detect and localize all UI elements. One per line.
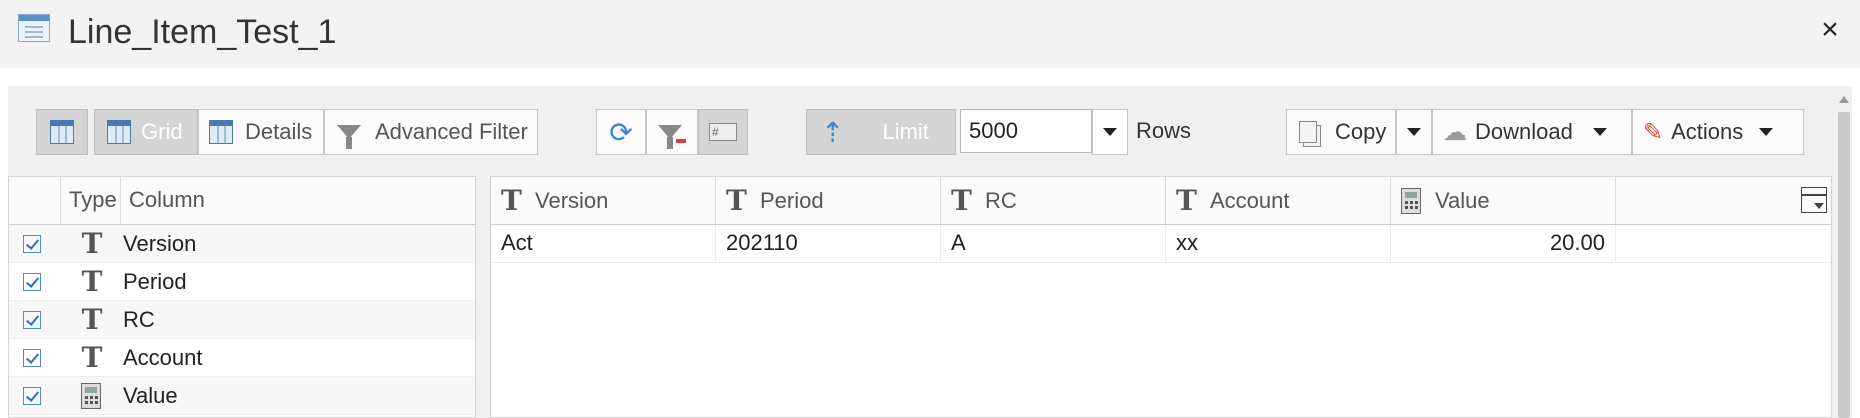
grid-column-label: Account xyxy=(1210,187,1290,213)
title-bar: Line_Item_Test_1 × xyxy=(0,0,1860,68)
vertical-scrollbar[interactable] xyxy=(1836,92,1852,418)
column-checkbox[interactable] xyxy=(23,310,41,329)
text-type-icon: T xyxy=(951,184,972,217)
download-label: Download xyxy=(1475,119,1573,144)
chevron-down-icon xyxy=(1759,128,1774,136)
calculator-icon xyxy=(1401,187,1421,214)
download-button[interactable]: ☁ Download xyxy=(1432,109,1632,155)
details-view-button[interactable]: Details xyxy=(198,109,324,155)
table-cell[interactable]: 20.00 xyxy=(1391,225,1616,262)
column-list-header: Type Column xyxy=(9,177,475,225)
type-header: Type xyxy=(61,177,121,224)
row-number-toggle-button[interactable]: # xyxy=(698,109,748,155)
limit-input[interactable] xyxy=(960,109,1092,153)
column-checkbox[interactable] xyxy=(23,272,41,291)
column-list-row[interactable]: T Period xyxy=(9,263,475,301)
chevron-down-icon xyxy=(1103,128,1117,136)
close-icon[interactable]: × xyxy=(1814,14,1846,46)
table-cell[interactable]: xx xyxy=(1166,225,1391,262)
copy-icon xyxy=(1299,121,1317,143)
clear-filter-button[interactable] xyxy=(646,109,698,155)
column-name: RC xyxy=(123,306,155,332)
refresh-button[interactable]: ⟳ xyxy=(596,109,646,155)
grid-column-label: Period xyxy=(760,187,824,213)
column-list-row[interactable]: T RC xyxy=(9,301,475,339)
text-type-icon: T xyxy=(726,184,747,217)
grid-icon xyxy=(107,120,131,144)
column-chooser-icon[interactable] xyxy=(1801,187,1827,213)
grid-view-button[interactable]: Grid xyxy=(94,109,198,155)
column-name: Period xyxy=(123,268,187,294)
grid-column-label: Version xyxy=(535,187,609,213)
toggle-column-panel-button[interactable] xyxy=(36,109,88,155)
grid-column-label: Value xyxy=(1435,187,1490,213)
grid-column-header[interactable]: Value xyxy=(1391,177,1616,224)
limit-label: Limit xyxy=(882,119,929,144)
window-title: Line_Item_Test_1 xyxy=(68,13,337,51)
column-list-row[interactable]: Value xyxy=(9,377,475,415)
remove-mark-icon xyxy=(676,139,686,143)
grid-column-label: RC xyxy=(985,187,1017,213)
advanced-filter-label: Advanced Filter xyxy=(375,119,528,144)
calculator-icon xyxy=(81,382,101,409)
select-header xyxy=(9,177,61,224)
copy-button[interactable]: Copy xyxy=(1286,109,1396,155)
cloud-download-icon: ☁ xyxy=(1443,118,1467,146)
filter-icon xyxy=(337,125,361,149)
text-type-icon: T xyxy=(81,265,103,298)
grid-column-header[interactable]: T Version xyxy=(491,177,716,224)
data-grid: T Version T Period T RC T Account Value … xyxy=(490,176,1832,418)
copy-label: Copy xyxy=(1335,119,1387,144)
table-cell[interactable]: 202110 xyxy=(716,225,941,262)
refresh-icon: ⟳ xyxy=(609,115,633,149)
grid-column-header[interactable]: T RC xyxy=(941,177,1166,224)
column-name: Account xyxy=(123,344,203,370)
text-type-icon: T xyxy=(81,303,103,336)
text-type-icon: T xyxy=(1176,184,1197,217)
details-icon xyxy=(209,120,233,144)
column-list-row[interactable]: T Account xyxy=(9,339,475,377)
grid-header: T Version T Period T RC T Account Value xyxy=(491,177,1831,225)
details-view-label: Details xyxy=(245,119,313,144)
column-header: Column xyxy=(129,187,205,212)
limit-dropdown-button[interactable] xyxy=(1092,109,1128,155)
text-type-icon: T xyxy=(81,341,103,374)
limit-up-icon: ⇡ xyxy=(821,115,845,149)
actions-button[interactable]: ✎ Actions xyxy=(1632,109,1804,155)
column-checkbox[interactable] xyxy=(23,234,41,253)
table-cell[interactable]: Act xyxy=(491,225,716,262)
scroll-up-icon[interactable] xyxy=(1839,96,1849,103)
brush-icon: ✎ xyxy=(1643,118,1664,146)
advanced-filter-button[interactable]: Advanced Filter xyxy=(324,109,538,155)
clear-filter-icon xyxy=(658,125,682,149)
table-row[interactable]: Act 202110 A xx 20.00 xyxy=(491,225,1831,263)
scrollbar-thumb[interactable] xyxy=(1838,112,1850,418)
chevron-down-icon xyxy=(1592,128,1607,136)
column-checkbox[interactable] xyxy=(23,386,41,405)
table-cell[interactable]: A xyxy=(941,225,1166,262)
column-list-row[interactable]: T Version xyxy=(9,225,475,263)
text-type-icon: T xyxy=(501,184,522,217)
column-checkbox[interactable] xyxy=(23,348,41,367)
column-list: Type Column T Version T Period T RC T Ac… xyxy=(8,176,476,418)
copy-dropdown-button[interactable] xyxy=(1396,109,1432,155)
chevron-down-icon xyxy=(1407,128,1421,136)
table-cell-empty xyxy=(1616,225,1831,262)
row-number-icon: # xyxy=(709,123,737,141)
actions-label: Actions xyxy=(1671,119,1744,144)
limit-button[interactable]: ⇡ Limit xyxy=(806,109,956,155)
text-type-icon: T xyxy=(81,227,103,260)
table-icon xyxy=(18,14,50,42)
column-name: Value xyxy=(123,382,178,408)
grid-column-header[interactable]: T Period xyxy=(716,177,941,224)
column-panel-icon xyxy=(50,120,74,144)
column-name: Version xyxy=(123,230,197,256)
grid-column-header-spacer xyxy=(1616,177,1831,224)
grid-column-header[interactable]: T Account xyxy=(1166,177,1391,224)
grid-view-label: Grid xyxy=(141,119,183,144)
rows-label: Rows xyxy=(1136,118,1192,143)
